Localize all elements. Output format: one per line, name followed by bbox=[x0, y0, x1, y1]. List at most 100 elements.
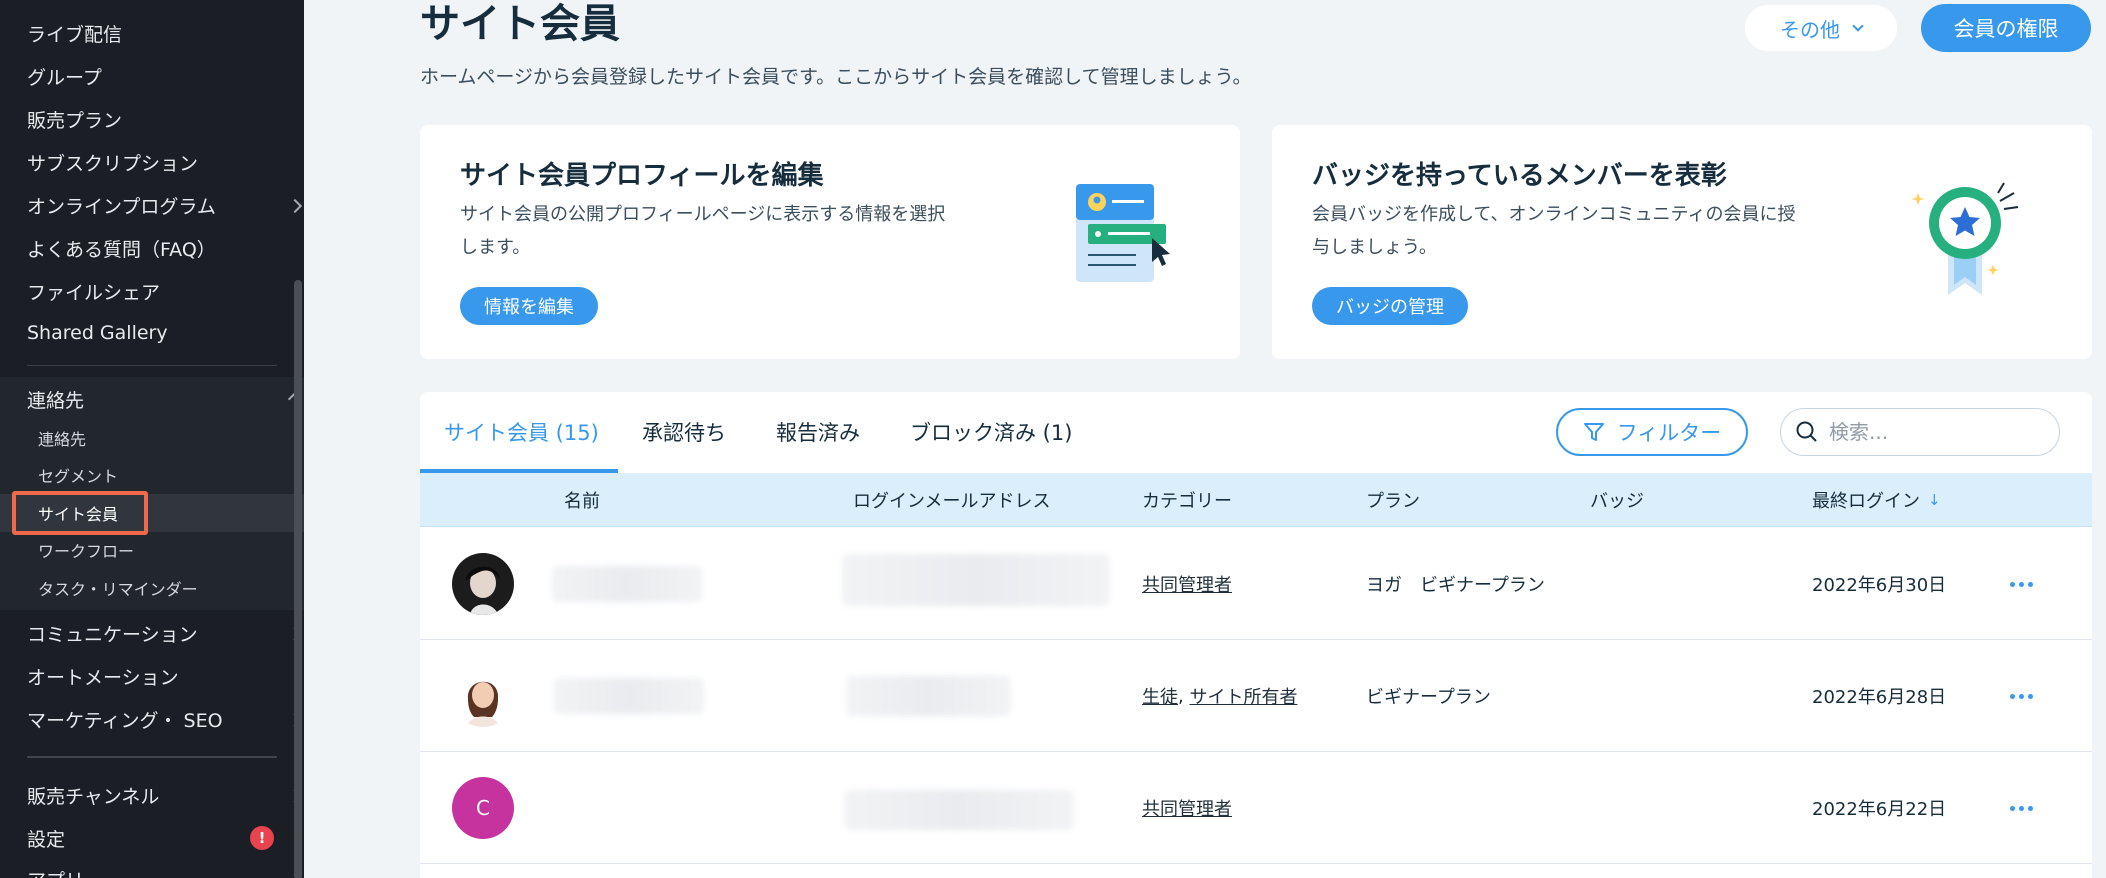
sidebar-subitem-tasks[interactable]: タスク・リマインダー bbox=[38, 576, 198, 600]
last-login-cell: 2022年6月28日 bbox=[1812, 687, 1947, 708]
page-title: サイト会員 bbox=[420, 1, 620, 47]
table-header: 名前 ログインメールアドレス カテゴリー プラン バッジ 最終ログイン ↓ bbox=[420, 473, 2092, 527]
row-more-icon[interactable] bbox=[2010, 528, 2033, 640]
sidebar-item-automations[interactable]: オートメーション bbox=[27, 663, 179, 690]
sidebar-item-shared-gallery[interactable]: Shared Gallery bbox=[27, 322, 168, 344]
redacted-name bbox=[552, 566, 702, 602]
column-login-email[interactable]: ログインメールアドレス bbox=[853, 473, 1050, 527]
column-last-login[interactable]: 最終ログイン ↓ bbox=[1812, 473, 1941, 527]
manage-badges-button[interactable]: バッジの管理 bbox=[1312, 287, 1468, 325]
category-cell: 生徒, サイト所有者 bbox=[1142, 640, 1297, 752]
sidebar-item-subscriptions[interactable]: サブスクリプション bbox=[27, 149, 198, 176]
sidebar-item-apps[interactable]: アプリ bbox=[27, 866, 304, 878]
last-login-cell: 2022年6月30日 bbox=[1812, 575, 1947, 596]
sidebar-item-label: Shared Gallery bbox=[27, 322, 168, 344]
category-link[interactable]: 共同管理者 bbox=[1142, 795, 1232, 821]
column-last-login-label: 最終ログイン bbox=[1812, 491, 1920, 512]
card-title: バッジを持っているメンバーを表彰 bbox=[1312, 161, 1727, 191]
filter-label: フィルター bbox=[1616, 421, 1722, 445]
search-input[interactable] bbox=[1829, 420, 2029, 444]
sidebar-subitem-segments[interactable]: セグメント bbox=[38, 463, 118, 487]
sidebar-item-label: よくある質問（FAQ） bbox=[27, 239, 216, 261]
avatar bbox=[452, 665, 514, 727]
category-link[interactable]: サイト所有者 bbox=[1189, 683, 1297, 709]
sidebar-item-live[interactable]: ライブ配信 bbox=[27, 20, 122, 47]
badges-card: バッジを持っているメンバーを表彰 会員バッジを作成して、オンラインコミュニティの… bbox=[1272, 125, 2092, 359]
sidebar-item-label: マーケティング・ SEO bbox=[27, 710, 223, 732]
redacted-email bbox=[844, 790, 1074, 830]
tab-site-members[interactable]: サイト会員 (15) bbox=[444, 392, 599, 472]
more-actions-button[interactable]: その他 bbox=[1745, 5, 1897, 51]
sidebar-item-label: 設定 bbox=[27, 829, 66, 851]
more-actions-label: その他 bbox=[1780, 17, 1840, 42]
member-permissions-button[interactable]: 会員の権限 bbox=[1921, 4, 2091, 52]
edit-profile-card: サイト会員プロフィールを編集 サイト会員の公開プロフィールページに表示する情報を… bbox=[420, 125, 1240, 359]
column-category[interactable]: カテゴリー bbox=[1142, 473, 1232, 527]
tab-reported[interactable]: 報告済み bbox=[776, 392, 860, 472]
sidebar-group-contacts[interactable]: 連絡先 bbox=[27, 386, 304, 413]
sidebar-item-pricing-plans[interactable]: 販売プラン bbox=[27, 106, 122, 133]
category-link[interactable]: 共同管理者 bbox=[1142, 571, 1232, 597]
redacted-name bbox=[554, 678, 704, 714]
page-subtitle: ホームページから会員登録したサイト会員です。ここからサイト会員を確認して管理しま… bbox=[420, 66, 1252, 88]
card-description: サイト会員の公開プロフィールページに表示する情報を選択します。 bbox=[460, 204, 946, 258]
sidebar-item-groups[interactable]: グループ bbox=[27, 63, 102, 90]
category-cell: 共同管理者 bbox=[1142, 752, 1232, 864]
column-name[interactable]: 名前 bbox=[564, 473, 600, 527]
row-more-icon[interactable] bbox=[2010, 752, 2033, 864]
sidebar-item-label: サブスクリプション bbox=[27, 153, 199, 175]
avatar: C bbox=[452, 777, 514, 839]
edit-info-button[interactable]: 情報を編集 bbox=[460, 287, 598, 325]
sidebar-scrollbar[interactable] bbox=[294, 280, 302, 878]
active-item-highlight bbox=[12, 491, 148, 535]
members-panel: サイト会員 (15) 承認待ち 報告済み ブロック済み (1) フィルター 名前… bbox=[420, 392, 2092, 878]
table-row[interactable]: 生徒, サイト所有者 ビギナープラン 2022年6月28日 bbox=[420, 640, 2092, 752]
redacted-email bbox=[842, 554, 1110, 606]
badge-ribbon-illustration-icon bbox=[1911, 182, 2019, 295]
tab-blocked[interactable]: ブロック済み (1) bbox=[910, 392, 1072, 472]
category-separator: , bbox=[1178, 685, 1190, 707]
category-link[interactable]: 生徒 bbox=[1142, 683, 1178, 709]
sidebar-item-sales-channels[interactable]: 販売チャンネル bbox=[27, 782, 304, 809]
sidebar-item-file-share[interactable]: ファイルシェア bbox=[27, 278, 160, 305]
alert-badge: ! bbox=[250, 826, 274, 850]
member-photo-icon bbox=[452, 665, 514, 727]
sidebar-subitem-contacts[interactable]: 連絡先 bbox=[38, 426, 86, 450]
sidebar-item-label: コミュニケーション bbox=[27, 624, 198, 646]
sidebar-item-faq[interactable]: よくある質問（FAQ） bbox=[27, 235, 216, 262]
sidebar-subitem-workflows[interactable]: ワークフロー bbox=[38, 538, 134, 562]
sidebar-item-online-programs[interactable]: オンラインプログラム bbox=[27, 192, 304, 219]
avatar bbox=[452, 553, 514, 615]
sidebar-item-settings[interactable]: 設定 bbox=[27, 825, 65, 852]
category-cell: 共同管理者 bbox=[1142, 528, 1232, 640]
sidebar-item-label: 販売チャンネル bbox=[27, 786, 160, 808]
table-row[interactable]: C 共同管理者 2022年6月22日 bbox=[420, 752, 2092, 864]
plan-cell: ビギナープラン bbox=[1366, 687, 1491, 708]
card-title: サイト会員プロフィールを編集 bbox=[460, 161, 824, 191]
filter-icon bbox=[1583, 423, 1604, 441]
search-box[interactable] bbox=[1780, 408, 2060, 456]
member-photo-icon bbox=[452, 553, 514, 615]
search-icon bbox=[1796, 421, 1817, 442]
redacted-email bbox=[846, 676, 1011, 716]
sidebar-item-label: オートメーション bbox=[27, 667, 179, 689]
row-more-icon[interactable] bbox=[2010, 640, 2033, 752]
sidebar-item-label: 販売プラン bbox=[27, 110, 123, 132]
sidebar-item-marketing-seo[interactable]: マーケティング・ SEO bbox=[27, 706, 304, 733]
table-row[interactable]: 共同管理者 ヨガ ビギナープラン 2022年6月30日 bbox=[420, 528, 2092, 640]
sidebar-item-label: ライブ配信 bbox=[27, 24, 123, 46]
profile-card-illustration-icon bbox=[1076, 184, 1170, 282]
sidebar-item-communications[interactable]: コミュニケーション bbox=[27, 620, 304, 647]
plan-cell: ヨガ ビギナープラン bbox=[1366, 575, 1545, 596]
sort-down-arrow-icon: ↓ bbox=[1928, 491, 1941, 509]
filter-button[interactable]: フィルター bbox=[1556, 408, 1748, 456]
sidebar-divider bbox=[27, 756, 277, 758]
sidebar-item-label: グループ bbox=[27, 67, 102, 89]
column-badges[interactable]: バッジ bbox=[1590, 473, 1644, 527]
sidebar-item-label: オンラインプログラム bbox=[27, 196, 216, 218]
sidebar-group-label: 連絡先 bbox=[27, 390, 85, 412]
column-plan[interactable]: プラン bbox=[1366, 473, 1420, 527]
tab-pending[interactable]: 承認待ち bbox=[642, 392, 726, 472]
sidebar: ライブ配信 グループ 販売プラン サブスクリプション オンラインプログラム よく… bbox=[0, 0, 304, 878]
last-login-cell: 2022年6月22日 bbox=[1812, 799, 1947, 820]
